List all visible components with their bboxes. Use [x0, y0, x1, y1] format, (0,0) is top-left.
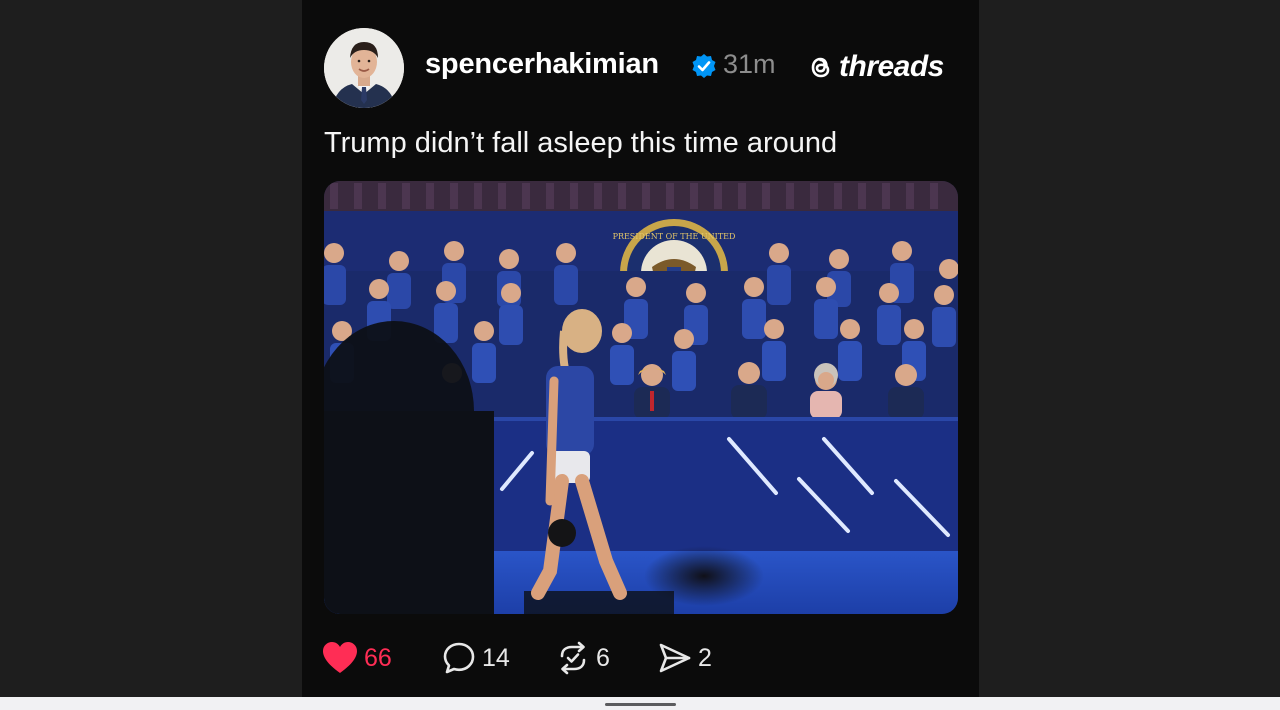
repost-button[interactable]: 6 [556, 638, 610, 678]
paper-plane-icon [659, 643, 691, 673]
comment-button[interactable]: 14 [442, 638, 510, 678]
post-image[interactable]: PRESIDENT OF THE UNITED [324, 181, 958, 614]
author-avatar[interactable] [324, 28, 404, 108]
event-photo: PRESIDENT OF THE UNITED [324, 181, 958, 614]
like-button[interactable]: 66 [322, 638, 392, 678]
like-count: 66 [364, 643, 392, 672]
comment-count: 14 [482, 643, 510, 672]
heart-filled-icon [323, 642, 357, 673]
author-username[interactable]: spencerhakimian [425, 48, 659, 81]
threads-wordmark: threads [839, 50, 944, 83]
seal-text: PRESIDENT OF THE UNITED [613, 232, 736, 241]
post-time: 31m [723, 49, 776, 79]
share-button[interactable]: 2 [658, 638, 712, 678]
home-indicator[interactable] [605, 703, 676, 706]
threads-brand: threads [807, 50, 944, 84]
repost-count: 6 [596, 643, 610, 672]
post-caption: Trump didn’t fall asleep this time aroun… [324, 127, 838, 159]
post-actions: 66 14 6 2 [322, 638, 962, 678]
speech-bubble-icon [443, 642, 475, 674]
left-background [0, 0, 302, 697]
repost-arrows-icon [560, 641, 586, 675]
threads-post-card: spencerhakimian 31m threads Trump didn’t… [302, 0, 979, 697]
share-count: 2 [698, 643, 712, 672]
verified-badge-icon [692, 54, 716, 78]
right-background [979, 0, 1280, 697]
threads-logo-icon [811, 57, 830, 78]
